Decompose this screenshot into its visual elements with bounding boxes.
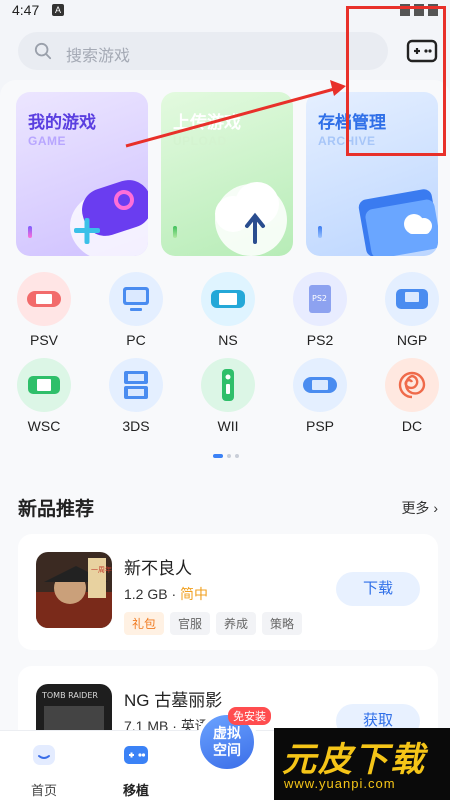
game-name: NG 古墓丽影 (124, 691, 223, 710)
card-subtitle: GAME (28, 134, 66, 148)
emulator-label: DC (401, 418, 423, 434)
wii-remote-icon (201, 358, 255, 412)
page-dot (235, 454, 239, 458)
nav-label: 移植 (122, 783, 149, 798)
folder-icon (358, 189, 438, 256)
meta-separator: · (171, 586, 181, 602)
card-indicator (318, 226, 322, 238)
psp-icon (293, 358, 347, 412)
upload-cloud-icon (215, 182, 287, 256)
page-indicator (213, 454, 239, 458)
emulator-label: NGP (396, 332, 428, 348)
game-language: 简中 (180, 586, 209, 602)
game-tags: 礼包 官服 养成 策略 (124, 612, 303, 635)
cover-title-text: TOMB RAIDER (41, 691, 98, 700)
install-free-badge: 免安装 (228, 707, 271, 725)
nav-label: 首页 (30, 783, 57, 798)
search-icon (34, 42, 52, 60)
emulator-label: PSP (305, 418, 334, 434)
watermark-url: www.yuanpi.com (284, 776, 396, 791)
emulator-label: NS (218, 332, 238, 348)
main-content: 我的游戏 GAME 上传游戏 UPLOAD 存档管理 ARCHIVE PSV P… (0, 80, 450, 760)
emulator-label: PC (126, 332, 146, 348)
emulator-label: PSV (29, 332, 58, 348)
upload-game-card[interactable]: 上传游戏 UPLOAD (161, 92, 293, 256)
game-tag: 策略 (262, 612, 303, 635)
dc-swirl-icon (385, 358, 439, 412)
game-meta: 1.2 GB · 简中 (124, 584, 208, 604)
page-dot (227, 454, 231, 458)
page-dot-active (213, 454, 223, 458)
svg-text:PS2: PS2 (312, 294, 327, 303)
psv-icon (17, 272, 71, 326)
emulator-wii[interactable]: WII (198, 358, 258, 434)
ps2-icon: PS2 (293, 272, 347, 326)
game-size: 1.2 GB (124, 586, 168, 602)
highlight-box (346, 6, 446, 156)
emulator-label: 3DS (122, 418, 150, 434)
nav-home[interactable]: 首页 (14, 741, 74, 799)
watermark-logo: 元皮下载 www.yuanpi.com (274, 728, 450, 800)
watermark-title: 元皮下载 (282, 741, 426, 779)
download-button[interactable]: 下载 (336, 572, 420, 606)
emulator-wsc[interactable]: WSC (14, 358, 74, 434)
card-indicator (173, 226, 177, 238)
card-indicator (28, 226, 32, 238)
controller-icon (70, 180, 148, 256)
emulator-label: WII (217, 418, 239, 434)
search-placeholder: 搜索游戏 (66, 48, 131, 65)
game-tag: 礼包 (124, 612, 165, 635)
emulator-psp[interactable]: PSP (290, 358, 350, 434)
search-input[interactable]: 搜索游戏 (18, 32, 388, 70)
emulator-pc[interactable]: PC (106, 272, 166, 348)
card-title: 上传游戏 (173, 113, 241, 132)
emulator-dc[interactable]: DC (382, 358, 442, 434)
switch-icon (201, 272, 255, 326)
gamepad-nav-icon (124, 746, 148, 764)
status-time: 4:47 (12, 2, 40, 18)
ngp-icon (385, 272, 439, 326)
game-cover: 一周年 (36, 552, 112, 628)
emulator-label: WSC (27, 418, 61, 434)
more-link[interactable]: 更多 › (401, 498, 438, 518)
virtual-space-line2: 空间 (213, 742, 241, 758)
wsc-icon (17, 358, 71, 412)
my-games-card[interactable]: 我的游戏 GAME (16, 92, 148, 256)
section-title: 新品推荐 (18, 499, 95, 520)
notification-icon: A (52, 4, 64, 16)
emulator-ns[interactable]: NS (198, 272, 258, 348)
game-tag: 官服 (170, 612, 211, 635)
3ds-icon (109, 358, 163, 412)
virtual-space-line1: 虚拟 (213, 725, 241, 741)
game-card[interactable]: 一周年 新不良人 1.2 GB · 简中 礼包 官服 养成 策略 下载 (18, 534, 438, 650)
home-icon (33, 745, 55, 765)
emulator-label: PS2 (306, 332, 334, 348)
emulator-ps2[interactable]: PS2 PS2 (290, 272, 350, 348)
monitor-icon (109, 272, 163, 326)
emulator-3ds[interactable]: 3DS (106, 358, 166, 434)
card-title: 我的游戏 (28, 113, 96, 132)
card-subtitle: UPLOAD (173, 134, 227, 148)
game-tag: 养成 (216, 612, 257, 635)
game-name: 新不良人 (124, 559, 192, 578)
emulator-ngp[interactable]: NGP (382, 272, 442, 348)
emulator-psv[interactable]: PSV (14, 272, 74, 348)
cover-badge-text: 一周年 (91, 565, 112, 574)
nav-port[interactable]: 移植 (106, 741, 166, 799)
